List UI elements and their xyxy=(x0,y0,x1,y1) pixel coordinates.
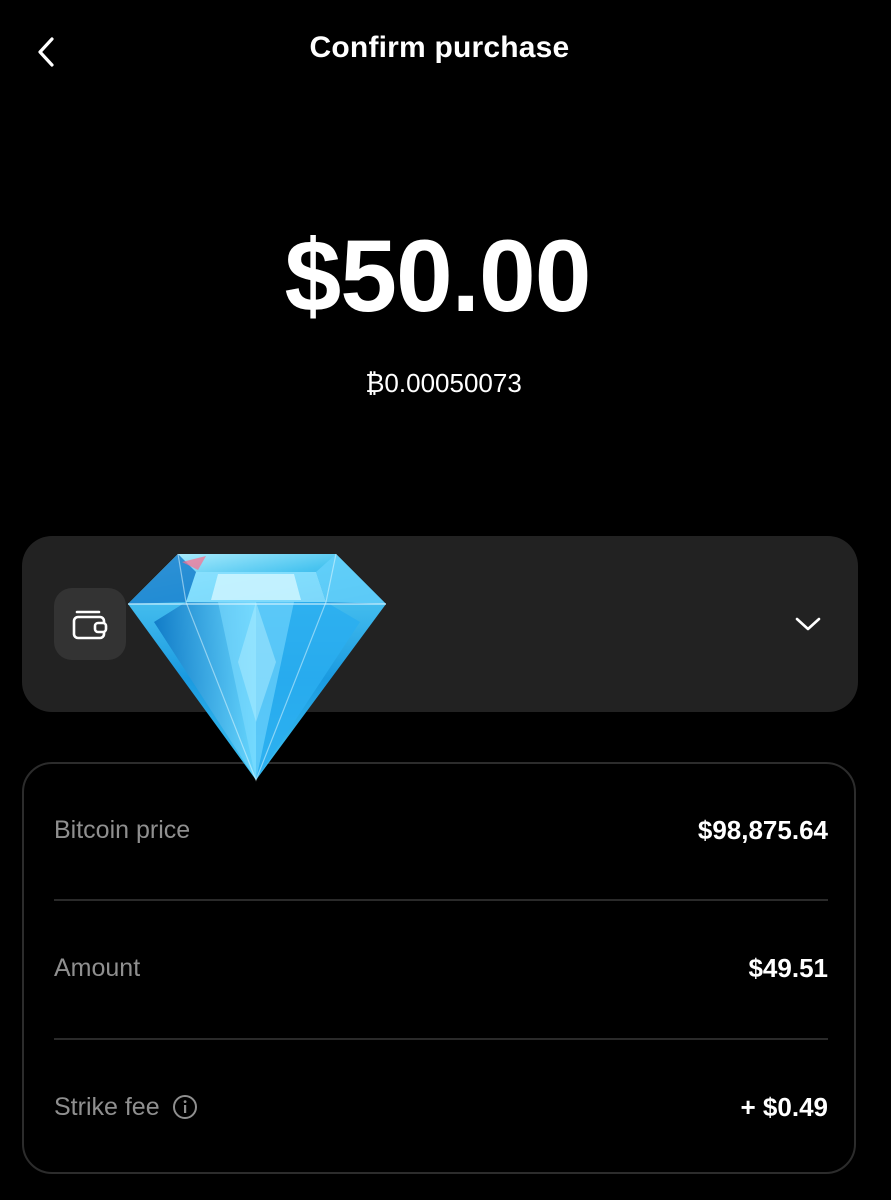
bitcoin-price-label: Bitcoin price xyxy=(54,815,191,844)
divider xyxy=(54,1038,828,1040)
bitcoin-price-value: $98,875.64 xyxy=(697,814,828,845)
header: Confirm purchase xyxy=(0,0,891,104)
strike-fee-label-group: Strike fee xyxy=(54,1093,198,1122)
strike-fee-label: Strike fee xyxy=(54,1092,160,1121)
dropdown-toggle[interactable] xyxy=(794,610,822,638)
chevron-down-icon xyxy=(795,617,821,631)
detail-row-bitcoin-price: Bitcoin price $98,875.64 xyxy=(54,800,828,860)
amount-value: $49.51 xyxy=(748,952,828,983)
purchase-amount-usd: $50.00 xyxy=(284,219,592,333)
info-icon[interactable] xyxy=(172,1094,198,1120)
detail-row-strike-fee: Strike fee + $0.49 xyxy=(54,1077,828,1137)
diamond-icon xyxy=(128,553,386,782)
page-title: Confirm purchase xyxy=(309,31,570,64)
wallet-icon xyxy=(72,610,108,640)
purchase-amount-btc: ₿0.00050073 xyxy=(365,368,522,398)
wallet-icon-container xyxy=(54,588,126,660)
detail-row-amount: Amount $49.51 xyxy=(54,938,828,998)
purchase-details-card: Bitcoin price $98,875.64 Amount $49.51 S… xyxy=(22,762,856,1174)
amount-label: Amount xyxy=(54,953,141,982)
divider xyxy=(54,899,828,901)
strike-fee-value: + $0.49 xyxy=(740,1091,828,1122)
